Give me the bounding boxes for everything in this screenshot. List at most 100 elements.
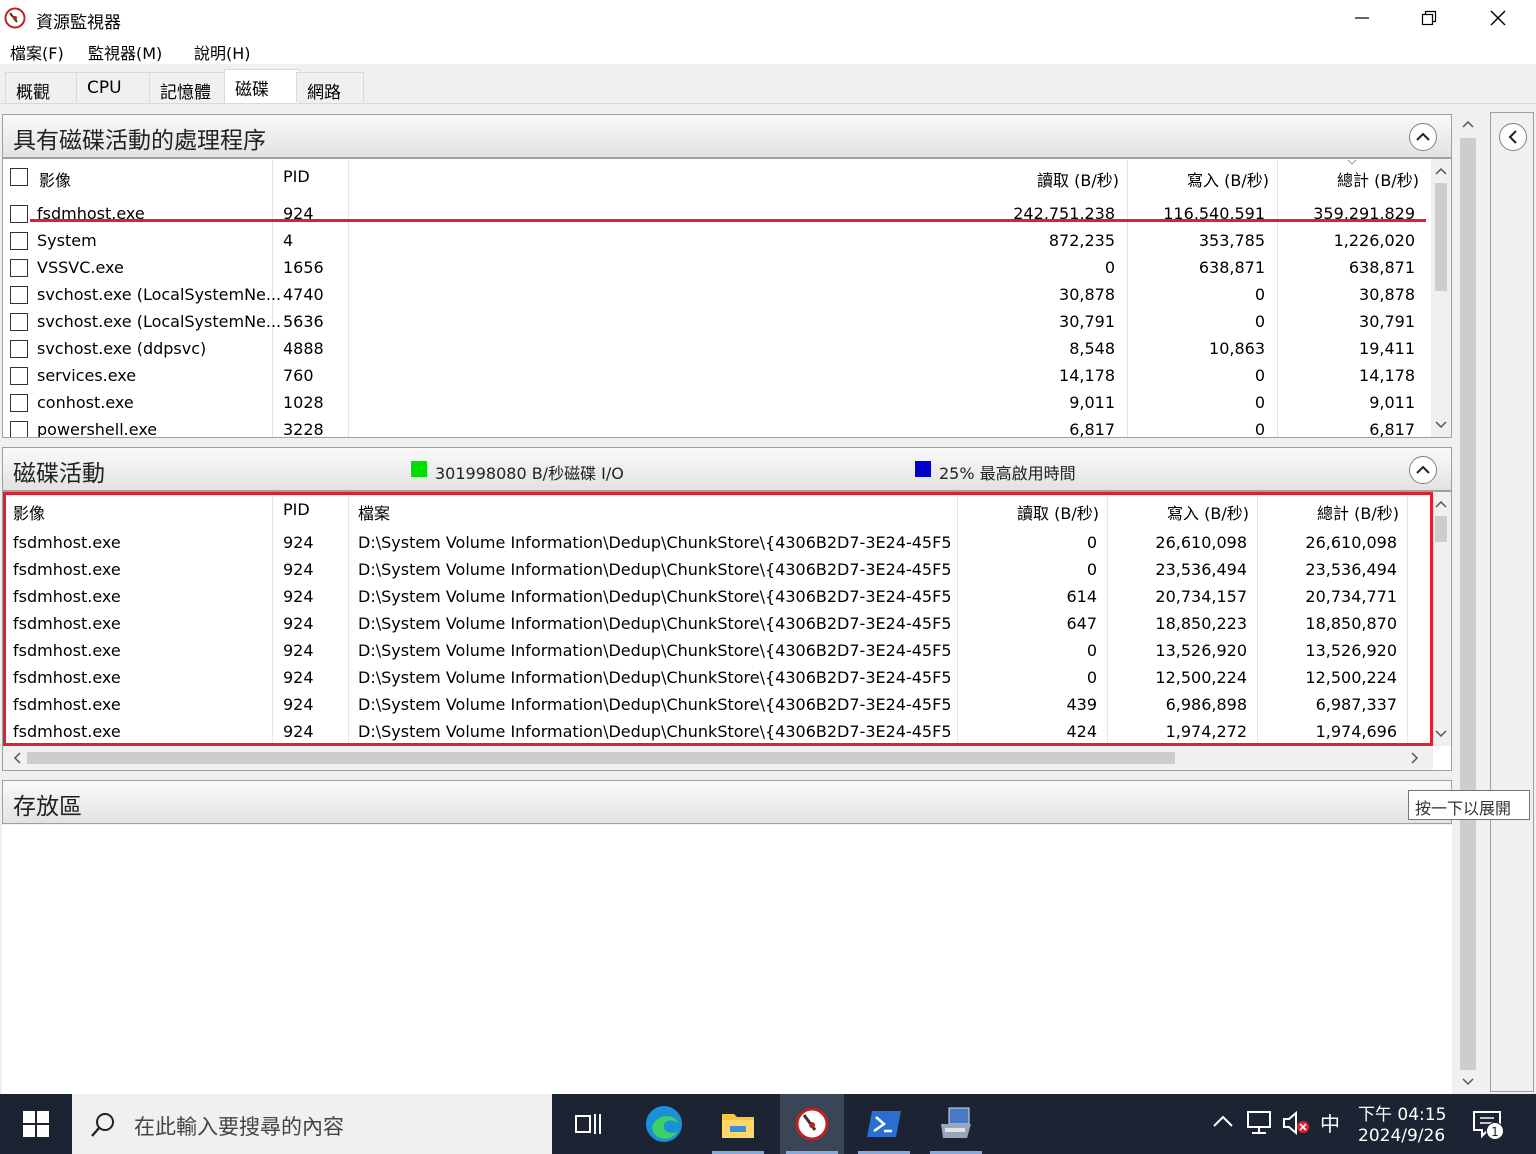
cell-image: conhost.exe xyxy=(37,393,134,412)
table-row[interactable]: svchost.exe (LocalSystemNe... 4740 30,878 0… xyxy=(3,281,1431,308)
powershell-icon xyxy=(867,1111,901,1137)
row-checkbox[interactable] xyxy=(10,313,28,331)
scroll-down-icon[interactable] xyxy=(1458,1072,1478,1092)
input-method-indicator[interactable]: 中 xyxy=(1320,1108,1340,1137)
volume-muted-icon[interactable] xyxy=(1282,1110,1310,1136)
tab-overview[interactable]: 概觀 xyxy=(5,72,77,103)
disk-activity-section-header[interactable]: 磁碟活動 301998080 B/秒磁碟 I/O 25% 最高啟用時間 xyxy=(2,447,1452,491)
row-checkbox[interactable] xyxy=(10,340,28,358)
show-hidden-icons-icon[interactable] xyxy=(1212,1114,1234,1128)
tab-network[interactable]: 網路 xyxy=(296,72,364,103)
taskbar-edge[interactable] xyxy=(632,1094,696,1154)
cell-total: 14,178 xyxy=(1359,366,1415,385)
menu-file[interactable]: 檔案(F) xyxy=(10,40,64,64)
table-row[interactable]: services.exe 760 14,178 0 14,178 xyxy=(3,362,1431,389)
cell-pid: 1028 xyxy=(283,393,324,412)
processes-collapse-button[interactable] xyxy=(1409,123,1437,151)
cell-image: services.exe xyxy=(37,366,137,385)
title-bar: 資源監視器 xyxy=(0,0,1536,36)
table-row[interactable]: svchost.exe (LocalSystemNe... 5636 30,791 0… xyxy=(3,308,1431,335)
show-views-button[interactable] xyxy=(1499,123,1527,151)
cell-image: svchost.exe (LocalSystemNe... xyxy=(37,285,282,304)
table-row[interactable]: VSSVC.exe 1656 0 638,871 638,871 xyxy=(3,254,1431,281)
col-image-header[interactable]: 影像 xyxy=(39,159,71,193)
disk-activity-vscroll[interactable] xyxy=(1431,492,1451,746)
select-all-checkbox[interactable] xyxy=(10,168,28,186)
views-side-panel xyxy=(1490,112,1534,1092)
menu-monitor[interactable]: 監視器(M) xyxy=(88,40,162,64)
search-icon xyxy=(91,1113,114,1137)
storage-section-title: 存放區 xyxy=(13,794,82,820)
table-row[interactable]: conhost.exe 1028 9,011 0 9,011 xyxy=(3,389,1431,416)
storage-section-header[interactable]: 存放區 xyxy=(2,780,1452,824)
tab-cpu[interactable]: CPU xyxy=(76,72,150,102)
edge-browser-icon xyxy=(646,1106,682,1142)
scroll-thumb[interactable] xyxy=(1435,516,1447,542)
col-pid-header[interactable]: PID xyxy=(283,159,310,193)
main-vscroll[interactable] xyxy=(1456,112,1480,1092)
processes-table-header: 影像 PID 讀取 (B/秒) 寫入 (B/秒) 總計 (B/秒) xyxy=(3,159,1431,193)
disk-activity-collapse-button[interactable] xyxy=(1409,456,1437,484)
tab-bar: 概觀 CPU 記憶體 磁碟 網路 xyxy=(0,64,1536,104)
folder-icon xyxy=(722,1114,754,1138)
processes-table: 影像 PID 讀取 (B/秒) 寫入 (B/秒) 總計 (B/秒) fsdmho… xyxy=(2,158,1452,438)
scroll-up-icon[interactable] xyxy=(1431,494,1451,514)
row-checkbox[interactable] xyxy=(10,286,28,304)
restore-button[interactable] xyxy=(1397,0,1461,36)
cell-image: svchost.exe (LocalSystemNe... xyxy=(37,312,282,331)
scroll-right-icon[interactable] xyxy=(1405,748,1425,768)
menu-help[interactable]: 說明(H) xyxy=(194,40,251,64)
hscroll-thumb[interactable] xyxy=(27,752,1175,764)
processes-section-header[interactable]: 具有磁碟活動的處理程序 xyxy=(2,114,1452,158)
chevron-up-icon xyxy=(1416,132,1430,141)
taskbar-resource-monitor[interactable] xyxy=(780,1094,844,1154)
chevron-left-icon xyxy=(1508,130,1517,144)
table-row[interactable]: System 4 872,235 353,785 1,226,020 xyxy=(3,227,1431,254)
tab-disk[interactable]: 磁碟 xyxy=(224,69,300,104)
minimize-button[interactable] xyxy=(1330,0,1394,36)
start-button[interactable] xyxy=(0,1094,72,1154)
table-row[interactable]: fsdmhost.exe 924 242,751,238 116,540,591 359… xyxy=(3,200,1431,227)
taskbar-search-box[interactable]: 在此輸入要搜尋的內容 xyxy=(72,1094,552,1154)
taskbar-server-manager[interactable] xyxy=(924,1094,988,1154)
taskbar-powershell[interactable] xyxy=(852,1094,916,1154)
active-time-legend-text: 25% 最高啟用時間 xyxy=(939,464,1076,483)
row-checkbox[interactable] xyxy=(10,259,28,277)
action-center-button[interactable]: 1 xyxy=(1468,1108,1508,1142)
row-checkbox[interactable] xyxy=(10,205,28,223)
col-read-header[interactable]: 讀取 (B/秒) xyxy=(903,159,1119,193)
row-checkbox[interactable] xyxy=(10,394,28,412)
taskbar-file-explorer[interactable] xyxy=(706,1094,770,1154)
scroll-down-icon[interactable] xyxy=(1431,724,1451,744)
row-checkbox[interactable] xyxy=(10,232,28,250)
table-row[interactable]: powershell.exe 3228 6,817 0 6,817 xyxy=(3,416,1431,437)
sort-indicator-icon xyxy=(1347,159,1357,165)
window-title: 資源監視器 xyxy=(36,13,121,33)
restore-icon xyxy=(1421,10,1437,26)
taskbar: 在此輸入要搜尋的內容 中 下午 04:15 2024/9/26 1 xyxy=(0,1094,1536,1154)
highlight-underline xyxy=(30,219,1426,222)
scroll-down-icon[interactable] xyxy=(1431,415,1451,435)
task-view-button[interactable] xyxy=(556,1094,620,1154)
processes-vscroll[interactable] xyxy=(1431,159,1451,437)
search-placeholder: 在此輸入要搜尋的內容 xyxy=(134,1115,344,1139)
scroll-up-icon[interactable] xyxy=(1458,114,1478,134)
io-legend-text: 301998080 B/秒磁碟 I/O xyxy=(435,464,624,483)
disk-activity-hscroll[interactable] xyxy=(3,746,1433,770)
clock-date[interactable]: 2024/9/26 xyxy=(1358,1126,1445,1146)
task-view-icon xyxy=(575,1114,601,1134)
row-checkbox[interactable] xyxy=(10,367,28,385)
scroll-thumb[interactable] xyxy=(1435,183,1447,291)
clock-time[interactable]: 下午 04:15 xyxy=(1358,1100,1446,1125)
network-icon[interactable] xyxy=(1246,1110,1274,1136)
scroll-left-icon[interactable] xyxy=(7,748,27,768)
active-time-legend-swatch xyxy=(915,461,931,477)
scroll-up-icon[interactable] xyxy=(1431,161,1451,181)
table-row[interactable]: svchost.exe (ddpsvc) 4888 8,548 10,863 19,41… xyxy=(3,335,1431,362)
chevron-up-icon xyxy=(1416,465,1430,474)
tab-memory[interactable]: 記憶體 xyxy=(149,72,225,103)
row-checkbox[interactable] xyxy=(10,421,28,437)
col-write-header[interactable]: 寫入 (B/秒) xyxy=(1133,159,1269,193)
close-button[interactable] xyxy=(1466,0,1530,36)
scroll-thumb[interactable] xyxy=(1460,138,1476,1070)
